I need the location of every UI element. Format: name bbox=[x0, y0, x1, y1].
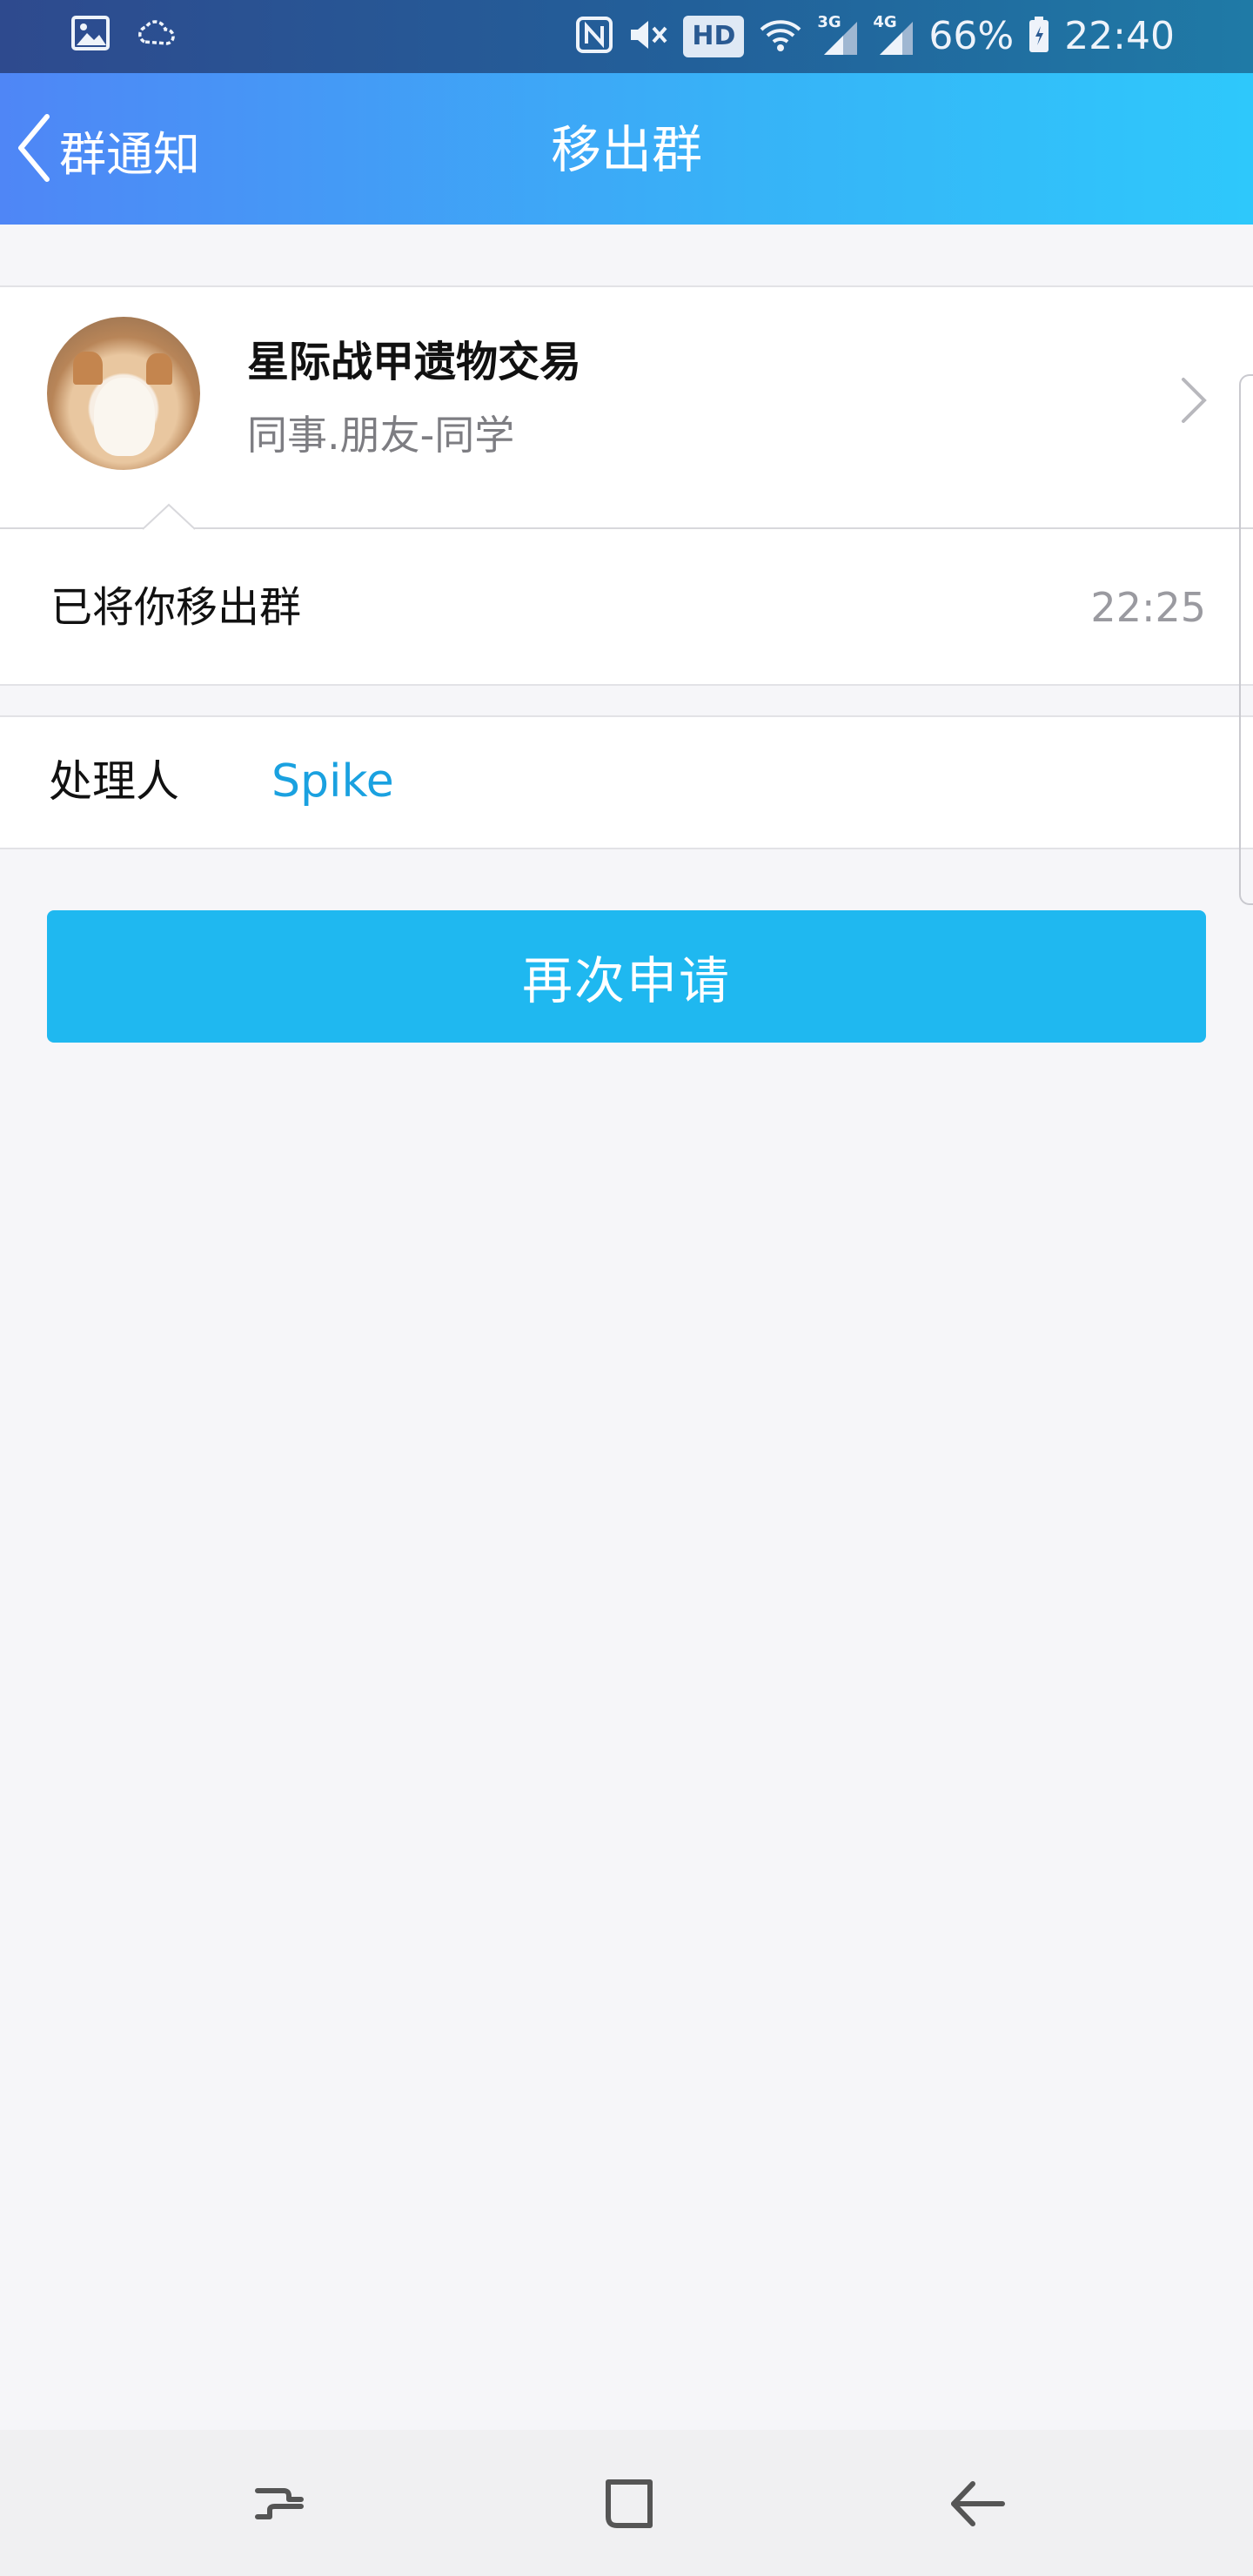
group-avatar bbox=[47, 317, 200, 470]
wifi-icon bbox=[758, 16, 803, 57]
edge-panel-handle[interactable] bbox=[1239, 374, 1253, 905]
event-time: 22:25 bbox=[1090, 584, 1206, 631]
title-bar: 群通知 移出群 bbox=[0, 73, 1253, 225]
navigation-bar bbox=[0, 2430, 1253, 2576]
battery-icon bbox=[1028, 16, 1050, 57]
back-icon[interactable] bbox=[938, 2465, 1016, 2543]
pointer-notch bbox=[143, 503, 195, 531]
status-bar: HD 3G 4G 66% 22:40 bbox=[0, 0, 1253, 73]
notification-card: 星际战甲遗物交易 同事.朋友-同学 已将你移出群 22:25 bbox=[0, 285, 1253, 686]
group-name: 星际战甲遗物交易 bbox=[247, 338, 582, 386]
event-text: 已将你移出群 bbox=[50, 583, 302, 632]
recent-apps-icon[interactable] bbox=[240, 2465, 318, 2543]
nfc-icon bbox=[575, 16, 613, 57]
group-row[interactable]: 星际战甲遗物交易 同事.朋友-同学 bbox=[0, 287, 1253, 529]
group-subtitle: 同事.朋友-同学 bbox=[247, 412, 515, 459]
hd-badge: HD bbox=[683, 16, 745, 57]
battery-percent: 66% bbox=[928, 14, 1015, 58]
clock: 22:40 bbox=[1064, 14, 1175, 58]
chevron-right-icon bbox=[1178, 374, 1209, 430]
page-title: 移出群 bbox=[550, 120, 702, 179]
signal-4g-icon: 4G bbox=[873, 13, 915, 57]
image-icon bbox=[71, 16, 110, 54]
home-icon[interactable] bbox=[589, 2465, 667, 2543]
handler-name-link[interactable]: Spike bbox=[271, 754, 394, 809]
weather-icon bbox=[134, 16, 178, 54]
mute-icon bbox=[627, 16, 669, 57]
event-row: 已将你移出群 22:25 bbox=[0, 531, 1253, 682]
handler-card: 处理人 Spike bbox=[0, 715, 1253, 849]
reapply-button[interactable]: 再次申请 bbox=[47, 910, 1206, 1043]
handler-label: 处理人 bbox=[49, 756, 179, 807]
signal-3g-icon: 3G bbox=[817, 13, 859, 57]
